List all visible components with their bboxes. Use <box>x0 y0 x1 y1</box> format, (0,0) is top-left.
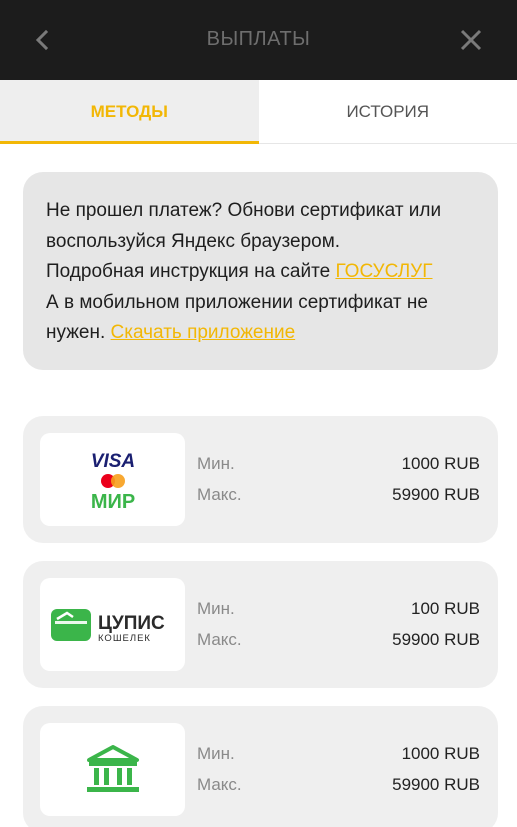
tab-bar: МЕТОДЫ ИСТОРИЯ <box>0 80 517 144</box>
payment-method-card[interactable]: Мин. 1000 RUB Макс. 59900 RUB <box>23 706 498 827</box>
min-amount-row: Мин. 100 RUB <box>197 599 480 619</box>
max-amount-row: Макс. 59900 RUB <box>197 630 480 650</box>
close-button[interactable] <box>453 22 489 58</box>
page-title: ВЫПЛАТЫ <box>206 28 311 50</box>
max-label: Макс. <box>197 775 242 794</box>
header-bar: ВЫПЛАТЫ <box>0 0 517 80</box>
max-amount-row: Макс. 59900 RUB <box>197 775 480 795</box>
min-label: Мин. <box>197 744 235 763</box>
notice-text-2: Подробная инструкция на сайте <box>46 261 336 282</box>
gosuslugi-link[interactable]: ГОСУСЛУГ <box>335 261 432 282</box>
wallet-icon <box>50 608 91 641</box>
min-label: Мин. <box>197 599 235 618</box>
download-app-link[interactable]: Скачать приложение <box>111 322 296 343</box>
max-value: 59900 RUB <box>392 775 480 794</box>
bank-icon <box>86 744 139 792</box>
min-value: 100 RUB <box>411 599 480 618</box>
min-label: Мин. <box>197 454 235 473</box>
max-label: Макс. <box>197 630 242 649</box>
tab-history[interactable]: ИСТОРИЯ <box>259 80 517 143</box>
payment-method-card[interactable]: ЦУПИС КОШЕЛЕК Мин. 100 RUB Макс. 59900 R… <box>23 561 498 688</box>
max-label: Макс. <box>197 485 242 504</box>
min-value: 1000 RUB <box>401 744 480 763</box>
max-amount-row: Макс. 59900 RUB <box>197 485 480 505</box>
close-icon <box>460 29 482 51</box>
cupis-sub: КОШЕЛЕК <box>98 633 151 644</box>
payment-notice: Не прошел платеж? Обнови сертификат или … <box>23 172 498 370</box>
notice-text-1: Не прошел платеж? Обнови сертификат или … <box>46 200 442 252</box>
visa-logo-text: VISA <box>90 451 134 472</box>
min-value: 1000 RUB <box>401 454 480 473</box>
mir-logo-text: МИР <box>90 491 134 512</box>
visa-mir-logo: VISA МИР <box>40 433 185 526</box>
max-value: 59900 RUB <box>392 485 480 504</box>
payment-method-card[interactable]: VISA МИР Мин. 1000 RUB Макс. 59900 RUB <box>23 416 498 543</box>
cupis-wallet-logo: ЦУПИС КОШЕЛЕК <box>40 578 185 671</box>
tab-methods[interactable]: МЕТОДЫ <box>0 80 259 144</box>
bank-logo <box>40 723 185 816</box>
min-amount-row: Мин. 1000 RUB <box>197 744 480 764</box>
min-amount-row: Мин. 1000 RUB <box>197 454 480 474</box>
max-value: 59900 RUB <box>392 630 480 649</box>
cupis-name: ЦУПИС <box>98 613 165 634</box>
